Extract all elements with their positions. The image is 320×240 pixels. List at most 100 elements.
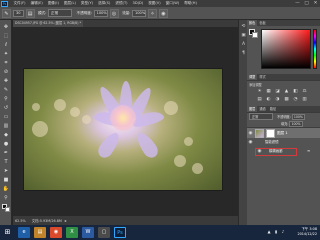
character-panel-icon[interactable]: A: [240, 41, 247, 48]
file-explorer-icon[interactable]: ▤: [34, 227, 46, 238]
ie-browser-icon[interactable]: e: [18, 227, 30, 238]
brightness-contrast-icon[interactable]: ☀: [256, 88, 263, 95]
marquee-tool-icon[interactable]: ⬚: [2, 33, 10, 40]
path-select-tool-icon[interactable]: ➤: [2, 168, 10, 175]
panel-background-swatch[interactable]: [252, 32, 258, 38]
exposure-icon[interactable]: ▲: [283, 88, 290, 95]
flow-label: 流量:: [122, 10, 131, 15]
color-lookup-icon[interactable]: ▩: [283, 96, 290, 103]
minimize-button[interactable]: —: [293, 0, 302, 7]
volume-icon[interactable]: ♪: [280, 229, 286, 235]
healing-brush-tool-icon[interactable]: ✚: [2, 78, 10, 85]
brush-tool-icon[interactable]: ✎: [2, 87, 10, 94]
document-image[interactable]: [24, 69, 222, 190]
history-brush-tool-icon[interactable]: ↺: [2, 105, 10, 112]
quick-select-tool-icon[interactable]: ✦: [2, 51, 10, 58]
menu-help[interactable]: 帮助(H): [182, 0, 200, 7]
menu-select[interactable]: 选择(S): [96, 0, 113, 7]
filter-blending-options-icon[interactable]: ≡: [307, 147, 310, 155]
right-panels: 颜色 色板 调整 样式 添加调整 ☀ ▦ ◪ ▲ ◧ ⚖ ▤ ◐ ◑ ▩ ◔ ▥…: [247, 20, 320, 225]
canvas-area[interactable]: [13, 27, 238, 216]
maximize-button[interactable]: □: [302, 0, 311, 7]
lasso-tool-icon[interactable]: ℓ: [2, 42, 10, 49]
app-icon[interactable]: ▢: [98, 227, 110, 238]
layer-blend-row: 正常 不透明度: 100%: [247, 113, 320, 120]
shape-tool-icon[interactable]: ■: [2, 177, 10, 184]
status-menu-arrow-icon[interactable]: ▸: [65, 218, 67, 223]
pressure-opacity-icon[interactable]: ◎: [109, 8, 119, 18]
clone-stamp-tool-icon[interactable]: ⚲: [2, 96, 10, 103]
chrome-icon[interactable]: ◉: [50, 227, 62, 238]
photo-filter-icon[interactable]: ◐: [265, 96, 272, 103]
menu-type[interactable]: 类型(Y): [78, 0, 95, 7]
photoshop-taskbar-icon[interactable]: Ps: [114, 227, 126, 238]
invert-icon[interactable]: ◔: [292, 96, 299, 103]
blur-tool-icon[interactable]: ◆: [2, 132, 10, 139]
menu-filter[interactable]: 滤镜(T): [113, 0, 130, 7]
network-icon[interactable]: ▮: [273, 229, 279, 235]
airbrush-icon[interactable]: ✧: [147, 8, 157, 18]
blur-gallery-row[interactable]: ◉ 模糊画廊 ≡: [247, 147, 320, 156]
curves-icon[interactable]: ◪: [274, 88, 281, 95]
brush-tool-icon[interactable]: ✎: [2, 8, 11, 18]
system-clock[interactable]: 下午 3:08 2014/12/22: [297, 227, 317, 237]
menu-image[interactable]: 图像(I): [45, 0, 61, 7]
type-tool-icon[interactable]: T: [2, 159, 10, 166]
layer-fill-input[interactable]: 100%: [289, 120, 303, 127]
layer-opacity-input[interactable]: 100%: [291, 113, 305, 120]
properties-panel-icon[interactable]: ▣: [240, 32, 247, 39]
menu-edit[interactable]: 编辑(E): [28, 0, 45, 7]
filter-mask-thumbnail[interactable]: [266, 129, 275, 138]
document-tab[interactable]: DSC04957.JPG @ 62.5% (图层 1, RGB/8) *: [13, 20, 84, 27]
blur-gallery-eye-icon[interactable]: ◉: [257, 149, 262, 154]
mode-select[interactable]: 正常: [47, 9, 72, 17]
levels-icon[interactable]: ▦: [265, 88, 272, 95]
brush-size-picker[interactable]: 30: [13, 9, 24, 17]
dodge-tool-icon[interactable]: ●: [2, 141, 10, 148]
pen-tool-icon[interactable]: ✒: [2, 150, 10, 157]
word-icon[interactable]: W: [82, 227, 94, 238]
visibility-eye-icon[interactable]: ◉: [248, 131, 253, 136]
excel-icon[interactable]: X: [66, 227, 78, 238]
smart-filters-eye-icon[interactable]: ◉: [248, 140, 253, 145]
adjustment-icons: ☀ ▦ ◪ ▲ ◧ ⚖ ▤ ◐ ◑ ▩ ◔ ▥: [255, 87, 315, 103]
vibrance-icon[interactable]: ◧: [292, 88, 299, 95]
menu-view[interactable]: 视图(V): [146, 0, 163, 7]
color-balance-icon[interactable]: ⚖: [301, 88, 308, 95]
menu-3d[interactable]: 3D(D): [130, 0, 146, 7]
gradient-map-icon[interactable]: ▥: [301, 96, 308, 103]
hue-slider[interactable]: [313, 29, 317, 69]
layer-opacity-label: 不透明度:: [277, 115, 291, 119]
history-panel-icon[interactable]: ⟲: [240, 23, 247, 30]
zoom-level[interactable]: 62.5%: [15, 219, 26, 223]
channel-mixer-icon[interactable]: ◑: [274, 96, 281, 103]
eraser-tool-icon[interactable]: ▭: [2, 114, 10, 121]
menu-layer[interactable]: 图层(L): [61, 0, 78, 7]
zoom-tool-icon[interactable]: ⚲: [2, 195, 10, 202]
layers-panel: 正常 不透明度: 100% 填充: 100% ◉ 图层 1 ◉ 智能滤镜 ◉ 模…: [247, 112, 320, 237]
brush-panel-icon[interactable]: ▤: [25, 8, 35, 18]
eyedropper-tool-icon[interactable]: ⊘: [2, 69, 10, 76]
hand-tool-icon[interactable]: ✋: [2, 186, 10, 193]
color-field[interactable]: [261, 29, 311, 69]
menu-file[interactable]: 文件(F): [11, 0, 28, 7]
close-button[interactable]: ✕: [311, 0, 320, 7]
black-white-icon[interactable]: ▤: [256, 96, 263, 103]
opacity-input[interactable]: 100%: [93, 9, 108, 17]
smart-filters-row[interactable]: ◉ 智能滤镜: [247, 138, 320, 147]
mode-label: 模式:: [38, 10, 47, 15]
windows-start-icon[interactable]: ⊞: [3, 228, 12, 237]
background-color-swatch[interactable]: [5, 207, 10, 212]
blend-mode-select[interactable]: 正常: [249, 113, 273, 120]
move-tool-icon[interactable]: ✥: [2, 24, 10, 31]
flow-input[interactable]: 100%: [131, 9, 146, 17]
gradient-tool-icon[interactable]: ▥: [2, 123, 10, 130]
layer-row[interactable]: ◉ 图层 1: [247, 127, 320, 138]
tray-arrow-icon[interactable]: ▲: [266, 229, 272, 235]
taskbar: ⊞ e ▤ ◉ X W ▢ Ps ▲ ▮ ♪ 下午 3:08 2014/12/2…: [0, 225, 320, 240]
menu-window[interactable]: 窗口(W): [163, 0, 182, 7]
layer-fill-label: 填充:: [281, 122, 289, 126]
paragraph-panel-icon[interactable]: ¶: [240, 50, 247, 57]
crop-tool-icon[interactable]: ⌗: [2, 60, 10, 67]
pressure-size-icon[interactable]: ◉: [158, 8, 168, 18]
